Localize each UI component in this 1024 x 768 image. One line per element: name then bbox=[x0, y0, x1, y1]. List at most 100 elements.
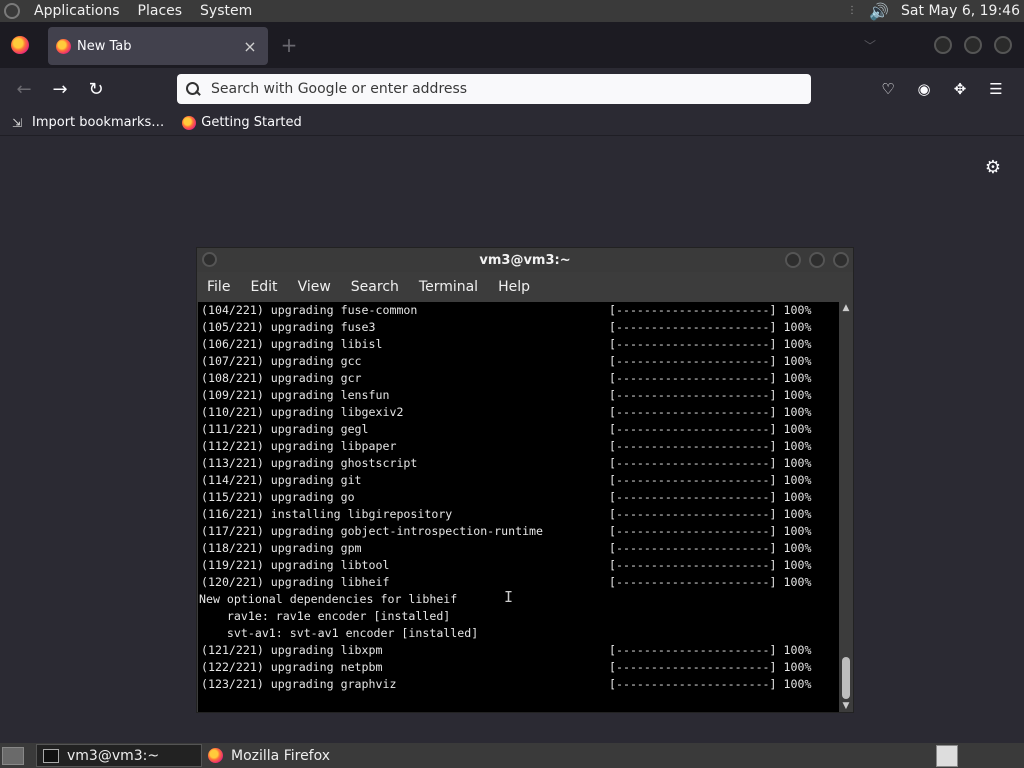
workspace-switcher[interactable] bbox=[936, 744, 958, 767]
reload-button[interactable]: ↻ bbox=[78, 73, 114, 105]
bookmark-import[interactable]: ⇲ Import bookmarks… bbox=[0, 115, 170, 130]
menu-view[interactable]: View bbox=[288, 279, 341, 295]
account-icon[interactable]: ◉ bbox=[906, 73, 942, 105]
terminal-line-text: (114/221) upgrading git bbox=[201, 473, 362, 487]
terminal-line: (119/221) upgrading libtool [------------… bbox=[198, 557, 839, 574]
task-label: Mozilla Firefox bbox=[231, 747, 331, 764]
places-menu[interactable]: Places bbox=[128, 3, 191, 19]
terminal-line: (113/221) upgrading ghostscript [--------… bbox=[198, 455, 839, 472]
bookmark-getting-started[interactable]: Getting Started bbox=[170, 115, 308, 130]
terminal-line: (117/221) upgrading gobject-introspectio… bbox=[198, 523, 839, 540]
terminal-line-text: (109/221) upgrading lensfun bbox=[201, 388, 390, 402]
close-window-button[interactable] bbox=[994, 36, 1012, 54]
terminal-line-text: (104/221) upgrading fuse-common bbox=[201, 303, 418, 317]
forward-button[interactable]: → bbox=[42, 73, 78, 105]
progress-bar-text: [----------------------] 100% bbox=[609, 371, 812, 385]
terminal-line: svt-av1: svt-av1 encoder [installed] bbox=[198, 625, 839, 642]
terminal-line-text: (119/221) upgrading libtool bbox=[201, 558, 390, 572]
top-panel: Applications Places System ⋮ 🔊 Sat May 6… bbox=[0, 0, 1024, 22]
progress-bar-text: [----------------------] 100% bbox=[609, 524, 812, 538]
terminal-line: (105/221) upgrading fuse3 [--------------… bbox=[198, 319, 839, 336]
terminal-line-text: (105/221) upgrading fuse3 bbox=[201, 320, 376, 334]
import-icon: ⇲ bbox=[12, 115, 23, 130]
gear-icon[interactable]: ⚙ bbox=[984, 159, 1002, 177]
tab-new-tab[interactable]: New Tab × bbox=[48, 27, 268, 65]
tab-bar: New Tab × + ﹀ bbox=[0, 22, 1024, 68]
terminal-line-text: (111/221) upgrading gegl bbox=[201, 422, 369, 436]
bottom-panel: vm3@vm3:~ Mozilla Firefox bbox=[0, 743, 1024, 768]
terminal-line: (112/221) upgrading libpaper [-----------… bbox=[198, 438, 839, 455]
scroll-up-icon[interactable]: ▲ bbox=[840, 302, 852, 314]
list-tabs-icon[interactable]: ﹀ bbox=[864, 37, 876, 54]
terminal-line: New optional dependencies for libheif bbox=[198, 591, 839, 608]
panel-handle-icon: ⋮ bbox=[847, 5, 858, 16]
progress-bar-text: [----------------------] 100% bbox=[609, 558, 812, 572]
menu-terminal[interactable]: Terminal bbox=[409, 279, 488, 295]
firefox-icon bbox=[208, 748, 223, 763]
close-tab-icon[interactable]: × bbox=[240, 37, 260, 56]
distro-logo-icon[interactable] bbox=[0, 0, 24, 22]
progress-bar-text: [----------------------] 100% bbox=[609, 541, 812, 555]
system-menu[interactable]: System bbox=[190, 3, 260, 19]
menu-edit[interactable]: Edit bbox=[240, 279, 287, 295]
search-input[interactable] bbox=[211, 81, 771, 97]
scroll-down-icon[interactable]: ▼ bbox=[840, 700, 852, 712]
terminal-line-text: (108/221) upgrading gcr bbox=[201, 371, 362, 385]
progress-bar-text: [----------------------] 100% bbox=[609, 303, 812, 317]
progress-bar-text: [----------------------] 100% bbox=[609, 575, 812, 589]
terminal-line-text: (112/221) upgrading libpaper bbox=[201, 439, 397, 453]
taskbar-item-terminal[interactable]: vm3@vm3:~ bbox=[36, 744, 202, 767]
firefox-view-icon[interactable] bbox=[11, 36, 29, 54]
applications-menu[interactable]: Applications bbox=[24, 3, 128, 19]
terminal-line-text: svt-av1: svt-av1 encoder [installed] bbox=[199, 626, 479, 640]
text-cursor-icon: I bbox=[504, 588, 514, 606]
progress-bar-text: [----------------------] 100% bbox=[609, 456, 812, 470]
terminal-line-text: (113/221) upgrading ghostscript bbox=[201, 456, 418, 470]
window-menu-button[interactable] bbox=[202, 252, 217, 267]
close-window-button[interactable] bbox=[833, 252, 849, 268]
extensions-icon[interactable]: ✥ bbox=[942, 73, 978, 105]
progress-bar-text: [----------------------] 100% bbox=[609, 677, 812, 691]
taskbar-item-firefox[interactable]: Mozilla Firefox bbox=[202, 744, 368, 767]
task-label: vm3@vm3:~ bbox=[67, 747, 160, 764]
new-tab-button[interactable]: + bbox=[278, 33, 300, 57]
terminal-line-text: (118/221) upgrading gpm bbox=[201, 541, 362, 555]
progress-bar-text: [----------------------] 100% bbox=[609, 643, 812, 657]
terminal-scrollbar[interactable]: ▲ ▼ bbox=[840, 302, 852, 712]
maximize-button[interactable] bbox=[809, 252, 825, 268]
minimize-button[interactable] bbox=[934, 36, 952, 54]
maximize-button[interactable] bbox=[964, 36, 982, 54]
menu-search[interactable]: Search bbox=[341, 279, 409, 295]
clock[interactable]: Sat May 6, 19:46 bbox=[891, 3, 1024, 19]
terminal-line: (114/221) upgrading git [----------------… bbox=[198, 472, 839, 489]
back-button[interactable]: ← bbox=[6, 73, 42, 105]
terminal-line-text: (120/221) upgrading libheif bbox=[201, 575, 390, 589]
terminal-line: (111/221) upgrading gegl [---------------… bbox=[198, 421, 839, 438]
terminal-line-text: (122/221) upgrading netpbm bbox=[201, 660, 383, 674]
menu-icon[interactable]: ☰ bbox=[978, 73, 1014, 105]
scroll-thumb[interactable] bbox=[842, 657, 850, 699]
progress-bar-text: [----------------------] 100% bbox=[609, 320, 812, 334]
terminal-line-text: (116/221) installing libgirepository bbox=[201, 507, 453, 521]
progress-bar-text: [----------------------] 100% bbox=[609, 660, 812, 674]
volume-icon[interactable]: 🔊 bbox=[867, 0, 891, 22]
url-bar[interactable] bbox=[177, 74, 811, 104]
terminal-line-text: (107/221) upgrading gcc bbox=[201, 354, 362, 368]
terminal-line-text: New optional dependencies for libheif bbox=[199, 592, 458, 606]
show-desktop-button[interactable] bbox=[2, 746, 24, 765]
terminal-titlebar[interactable]: vm3@vm3:~ bbox=[197, 248, 853, 272]
terminal-output[interactable]: (104/221) upgrading fuse-common [--------… bbox=[198, 302, 839, 712]
search-icon bbox=[185, 81, 201, 97]
minimize-button[interactable] bbox=[785, 252, 801, 268]
progress-bar-text: [----------------------] 100% bbox=[609, 354, 812, 368]
terminal-line: (120/221) upgrading libheif [------------… bbox=[198, 574, 839, 591]
terminal-line-text: (121/221) upgrading libxpm bbox=[201, 643, 383, 657]
terminal-line: (116/221) installing libgirepository [---… bbox=[198, 506, 839, 523]
terminal-line: (118/221) upgrading gpm [----------------… bbox=[198, 540, 839, 557]
menu-file[interactable]: File bbox=[197, 279, 240, 295]
pocket-icon[interactable]: ♡ bbox=[870, 73, 906, 105]
terminal-line: (115/221) upgrading go [-----------------… bbox=[198, 489, 839, 506]
terminal-line: (108/221) upgrading gcr [----------------… bbox=[198, 370, 839, 387]
menu-help[interactable]: Help bbox=[488, 279, 540, 295]
terminal-line: (104/221) upgrading fuse-common [--------… bbox=[198, 302, 839, 319]
